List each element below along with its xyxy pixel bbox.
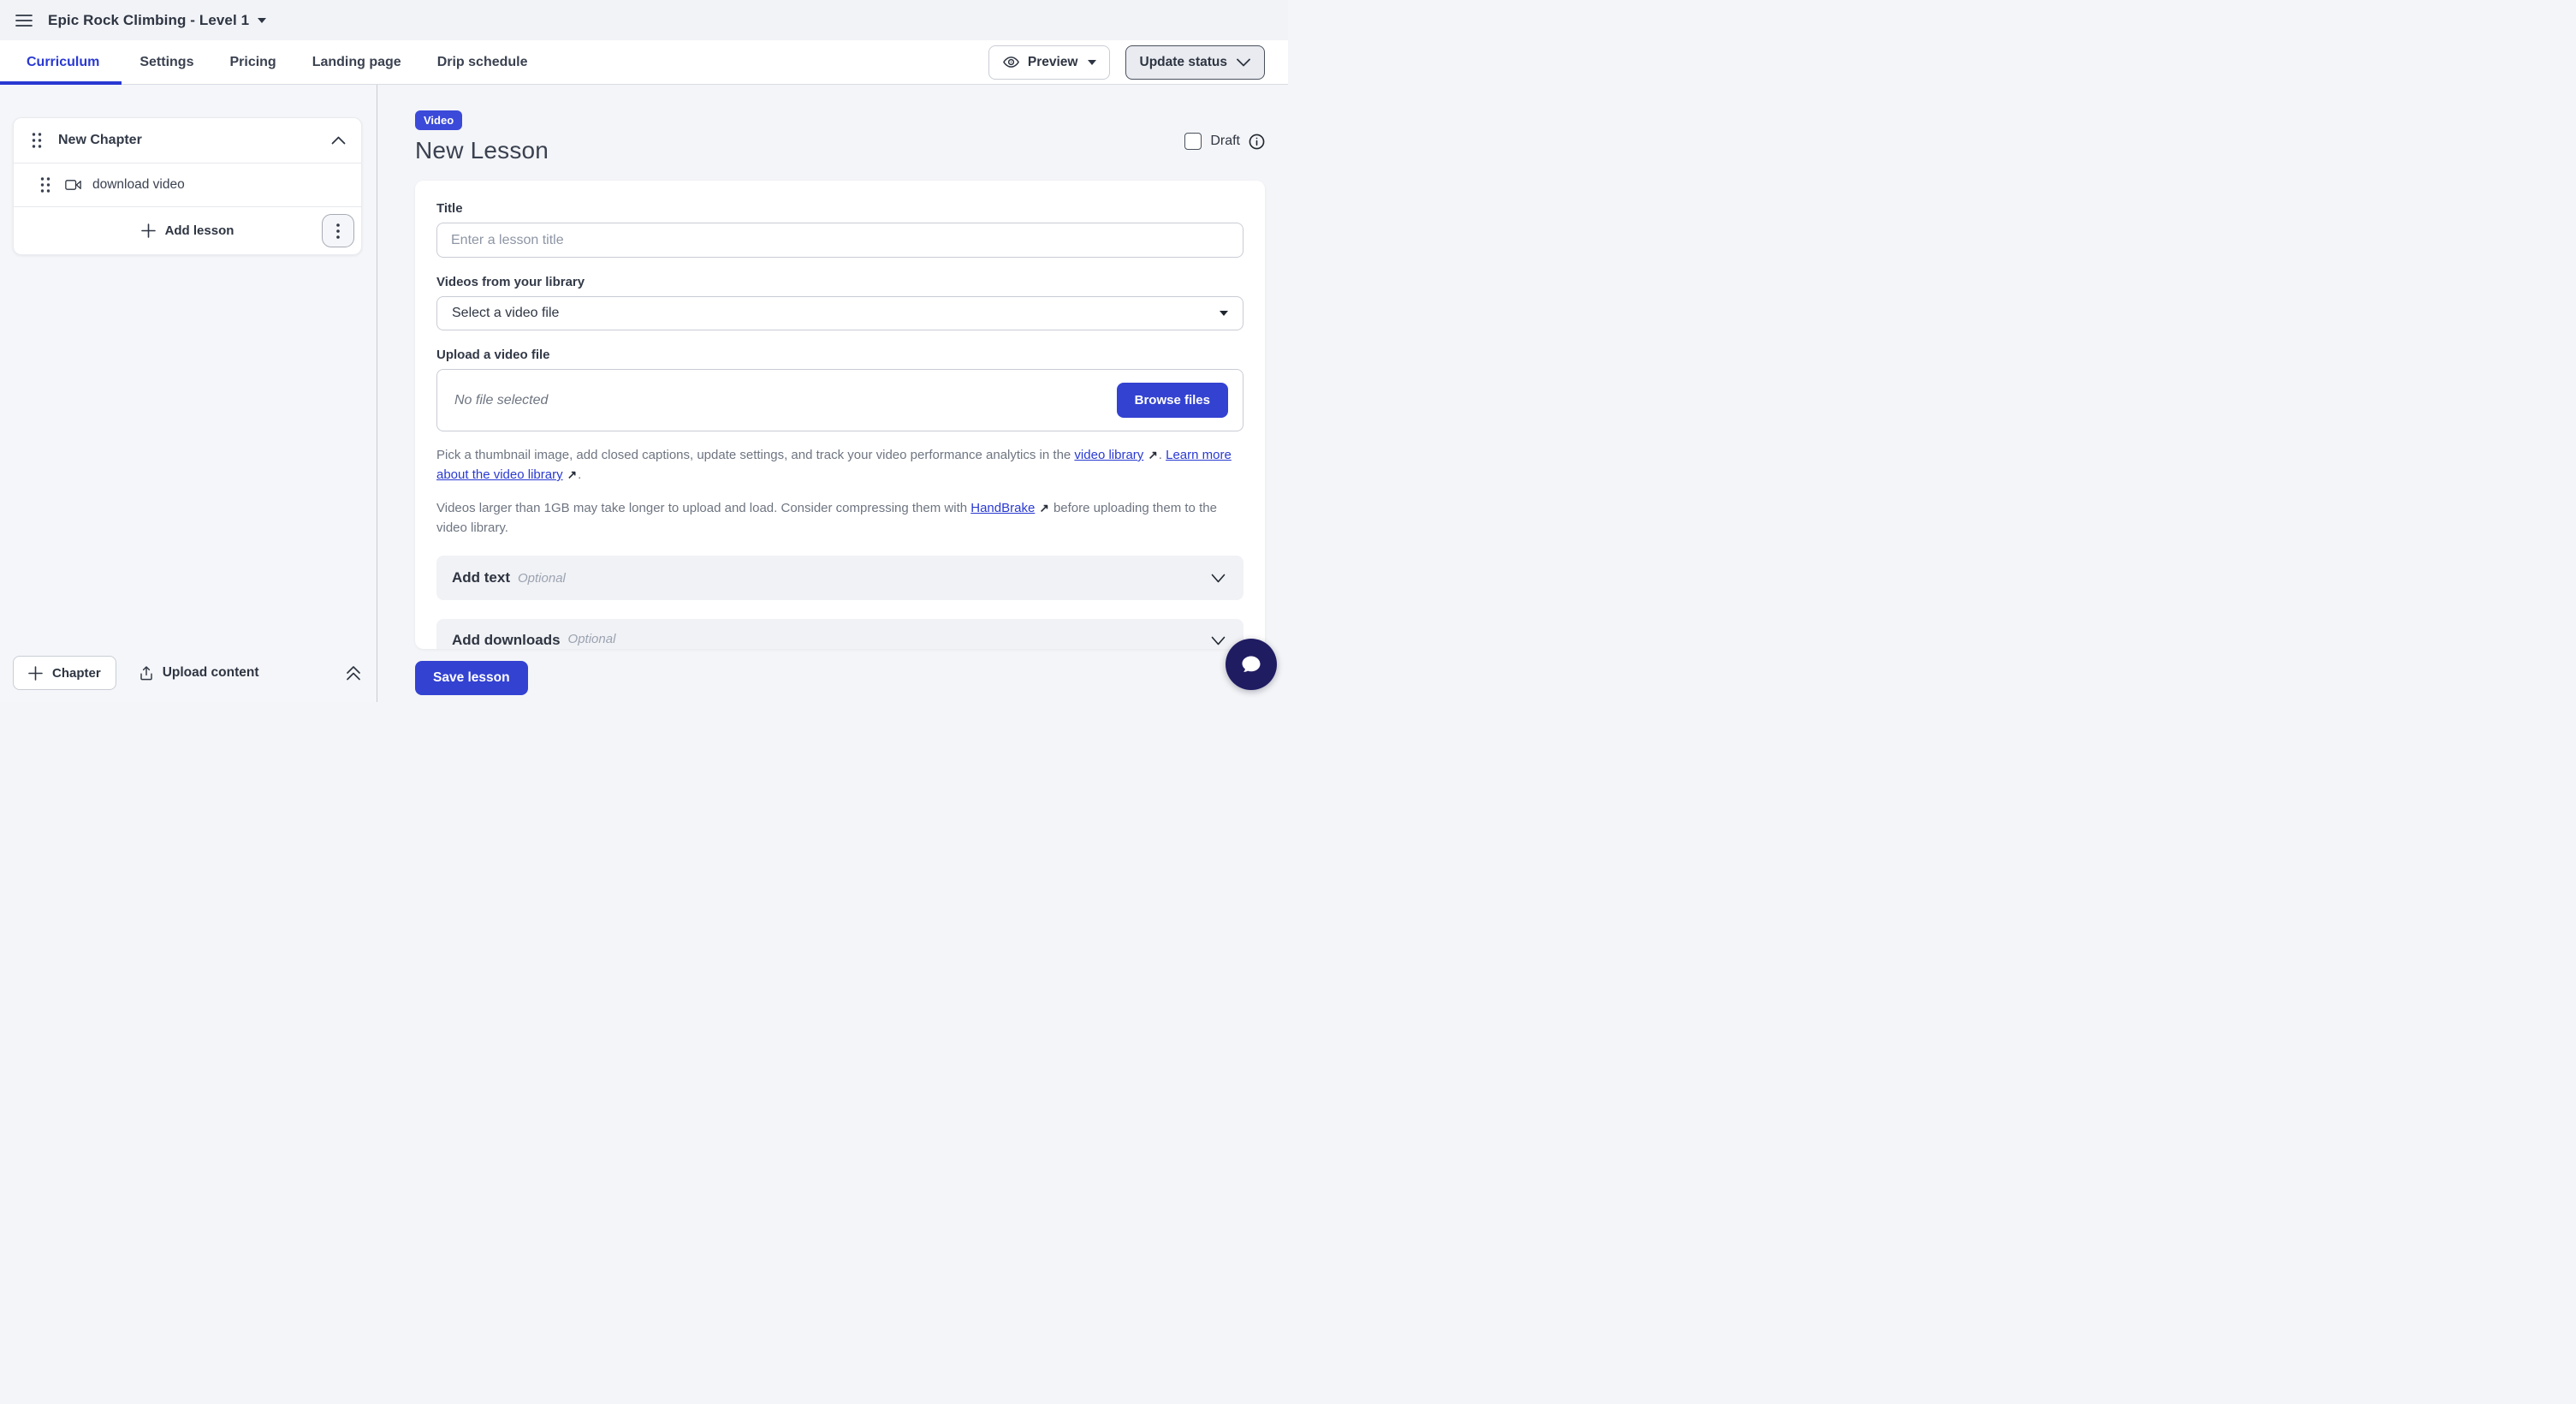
chat-bubble-icon xyxy=(1238,651,1265,678)
preview-label: Preview xyxy=(1028,55,1078,70)
plus-icon xyxy=(141,223,156,238)
lesson-title-input[interactable] xyxy=(436,223,1243,258)
upload-video-label: Upload a video file xyxy=(436,348,1243,362)
content: New Chapter xyxy=(0,85,1288,702)
chapter-footer: Add lesson xyxy=(14,207,361,254)
lesson-editor: Video New Lesson Draft Tit xyxy=(377,85,1288,702)
tabbar-actions: Preview Update status xyxy=(988,40,1288,84)
lesson-header: Video New Lesson Draft xyxy=(415,110,1265,164)
sidebar-footer: Chapter Upload content xyxy=(13,656,361,690)
chevron-down-icon xyxy=(1237,58,1250,67)
help-text: Pick a thumbnail image, add closed capti… xyxy=(436,448,1074,462)
add-lesson-button[interactable]: Add lesson xyxy=(141,223,234,238)
collapse-chapter-button[interactable] xyxy=(328,133,349,148)
add-text-section[interactable]: Add text Optional xyxy=(436,556,1243,600)
external-link-icon: ↗ xyxy=(1038,498,1049,518)
help-text: . xyxy=(1159,448,1166,462)
menu-button[interactable] xyxy=(14,10,34,31)
tab-drip-schedule[interactable]: Drip schedule xyxy=(419,40,546,84)
video-camera-icon xyxy=(65,179,81,191)
title-label: Title xyxy=(436,201,1243,216)
upload-icon xyxy=(139,665,154,681)
info-icon xyxy=(1249,134,1265,150)
plus-icon xyxy=(28,666,43,681)
add-chapter-label: Chapter xyxy=(52,666,101,681)
tab-bar: Curriculum Settings Pricing Landing page… xyxy=(0,40,1288,85)
add-lesson-label: Add lesson xyxy=(165,223,234,238)
update-status-button[interactable]: Update status xyxy=(1125,45,1266,80)
eye-icon xyxy=(1002,53,1020,71)
drag-handle-icon[interactable] xyxy=(37,173,54,197)
chapter-title: New Chapter xyxy=(58,133,315,148)
add-downloads-section[interactable]: Add downloads Optional xyxy=(436,619,1243,649)
double-chevron-up-icon xyxy=(346,665,361,681)
handbrake-link[interactable]: HandBrake xyxy=(970,501,1035,515)
chat-widget-button[interactable] xyxy=(1226,639,1277,690)
course-title: Epic Rock Climbing - Level 1 xyxy=(48,12,249,29)
page-title: New Lesson xyxy=(415,137,549,164)
draft-label: Draft xyxy=(1210,134,1240,149)
add-downloads-label: Add downloads xyxy=(452,632,561,649)
lesson-type-badge: Video xyxy=(415,110,462,130)
course-switcher[interactable]: Epic Rock Climbing - Level 1 xyxy=(48,12,266,29)
hamburger-icon xyxy=(15,14,33,27)
help-text: . xyxy=(578,467,581,482)
lesson-item[interactable]: download video xyxy=(14,163,361,207)
add-text-label: Add text xyxy=(452,569,510,586)
tab-settings[interactable]: Settings xyxy=(122,40,211,84)
drag-handle-icon[interactable] xyxy=(28,128,45,152)
caret-down-icon xyxy=(258,18,266,23)
chapter-card: New Chapter xyxy=(13,117,362,255)
external-link-icon: ↗ xyxy=(567,465,578,485)
optional-label: Optional xyxy=(568,632,616,646)
tab-landing-page[interactable]: Landing page xyxy=(294,40,419,84)
add-chapter-button[interactable]: Chapter xyxy=(13,656,116,690)
tab-curriculum[interactable]: Curriculum xyxy=(0,40,122,84)
draft-checkbox[interactable] xyxy=(1184,133,1202,150)
video-library-label: Videos from your library xyxy=(436,275,1243,289)
no-file-text: No file selected xyxy=(454,393,548,408)
chapter-header: New Chapter xyxy=(14,118,361,163)
caret-down-icon xyxy=(1220,311,1228,316)
preview-button[interactable]: Preview xyxy=(988,45,1110,80)
external-link-icon: ↗ xyxy=(1147,445,1158,465)
curriculum-sidebar: New Chapter xyxy=(0,85,377,702)
update-status-label: Update status xyxy=(1140,55,1228,70)
lesson-form-card: Title Videos from your library Select a … xyxy=(415,181,1265,649)
upload-content-label: Upload content xyxy=(163,665,259,681)
video-library-select-value: Select a video file xyxy=(452,306,559,321)
collapse-all-button[interactable] xyxy=(346,665,361,681)
caret-down-icon xyxy=(1088,60,1096,65)
chevron-up-icon xyxy=(331,136,346,145)
browse-files-button[interactable]: Browse files xyxy=(1117,383,1228,418)
upload-content-button[interactable]: Upload content xyxy=(139,665,259,681)
optional-label: Optional xyxy=(518,571,566,586)
tabs: Curriculum Settings Pricing Landing page… xyxy=(0,40,546,84)
topbar: Epic Rock Climbing - Level 1 xyxy=(0,0,1288,40)
draft-control: Draft xyxy=(1184,133,1265,150)
compression-help-text: Videos larger than 1GB may take longer t… xyxy=(436,498,1243,538)
video-library-select[interactable]: Select a video file xyxy=(436,296,1243,330)
kebab-menu-icon xyxy=(336,223,340,239)
help-text: Videos larger than 1GB may take longer t… xyxy=(436,501,970,515)
save-lesson-button[interactable]: Save lesson xyxy=(415,661,528,695)
chevron-down-icon xyxy=(1211,574,1226,583)
video-library-link[interactable]: video library xyxy=(1074,448,1143,462)
file-upload-box: No file selected Browse files xyxy=(436,369,1243,431)
video-help-text: Pick a thumbnail image, add closed capti… xyxy=(436,445,1243,485)
chevron-down-icon xyxy=(1211,636,1226,645)
lesson-item-title: download video xyxy=(92,177,185,193)
save-row: Save lesson xyxy=(415,661,1265,695)
draft-info-button[interactable] xyxy=(1249,134,1265,150)
tab-pricing[interactable]: Pricing xyxy=(211,40,294,84)
chapter-menu-button[interactable] xyxy=(322,214,354,247)
